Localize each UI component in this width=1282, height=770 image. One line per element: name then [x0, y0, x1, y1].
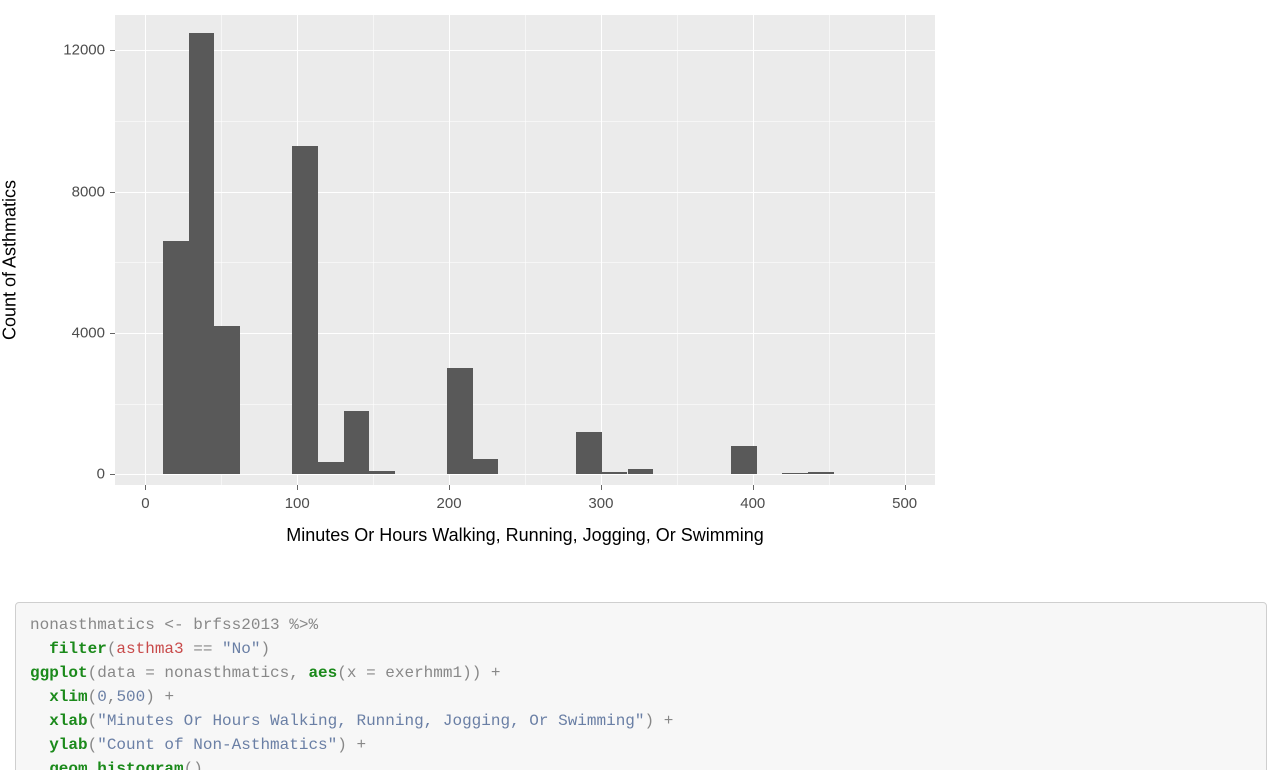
gridline-v — [905, 15, 906, 485]
gridline-v-minor — [829, 15, 830, 485]
x-tick-mark — [905, 485, 906, 490]
code-fn-filter: filter — [49, 640, 107, 658]
histogram-bar — [163, 241, 189, 474]
code-op-plus-3: + — [347, 736, 366, 754]
code-fn-xlab: xlab — [49, 712, 87, 730]
gridline-v-minor — [677, 15, 678, 485]
y-tick-mark — [110, 333, 115, 334]
histogram-bar — [602, 472, 628, 475]
histogram-bar — [628, 469, 654, 474]
y-tick-label: 0 — [45, 466, 105, 483]
code-ggplot-args: (data = nonasthmatics, — [88, 664, 309, 682]
histogram-chart: Count of Asthmatics Minutes Or Hours Wal… — [15, 0, 975, 550]
histogram-bar — [447, 368, 473, 474]
code-op-plus-1: + — [155, 688, 174, 706]
y-axis-label: Count of Asthmatics — [0, 180, 21, 340]
x-tick-label: 300 — [581, 495, 621, 512]
x-tick-mark — [753, 485, 754, 490]
code-fn-geom-histogram: geom_histogram — [49, 760, 183, 770]
code-num-500: 500 — [116, 688, 145, 706]
histogram-bar — [189, 33, 215, 475]
x-tick-label: 100 — [277, 495, 317, 512]
code-str-xlab: "Minutes Or Hours Walking, Running, Jogg… — [97, 712, 644, 730]
y-tick-label: 4000 — [45, 325, 105, 342]
code-fn-aes: aes — [308, 664, 337, 682]
y-tick-label: 8000 — [45, 183, 105, 200]
code-str-no: "No" — [222, 640, 260, 658]
plot-area — [115, 15, 935, 485]
code-fn-ggplot: ggplot — [30, 664, 88, 682]
code-op-plus-2: + — [654, 712, 673, 730]
y-tick-mark — [110, 192, 115, 193]
x-tick-label: 500 — [885, 495, 925, 512]
histogram-bar — [808, 472, 834, 475]
x-axis-label: Minutes Or Hours Walking, Running, Joggi… — [115, 525, 935, 546]
code-fn-xlim: xlim — [49, 688, 87, 706]
y-tick-label: 12000 — [45, 42, 105, 59]
histogram-bar — [344, 411, 370, 475]
histogram-bar — [576, 432, 602, 474]
x-tick-mark — [601, 485, 602, 490]
x-tick-label: 400 — [733, 495, 773, 512]
code-arg-asthma3: asthma3 — [116, 640, 183, 658]
histogram-bar — [369, 471, 395, 475]
gridline-v-minor — [525, 15, 526, 485]
code-block: nonasthmatics <- brfss2013 %>% filter(as… — [15, 602, 1267, 770]
code-str-ylab: "Count of Non-Asthmatics" — [97, 736, 337, 754]
histogram-bar — [782, 473, 808, 475]
y-tick-mark — [110, 474, 115, 475]
code-op-eq: == — [184, 640, 222, 658]
x-tick-mark — [297, 485, 298, 490]
code-line-1: nonasthmatics <- brfss2013 %>% — [30, 616, 318, 634]
code-aes-args: (x = exerhmm1)) + — [337, 664, 500, 682]
histogram-bar — [214, 326, 240, 474]
x-tick-label: 0 — [125, 495, 165, 512]
gridline-v — [601, 15, 602, 485]
histogram-bar — [473, 459, 499, 475]
x-tick-mark — [449, 485, 450, 490]
histogram-bar — [292, 146, 318, 475]
histogram-bar — [731, 446, 757, 474]
histogram-bar — [318, 462, 344, 474]
code-fn-ylab: ylab — [49, 736, 87, 754]
x-tick-mark — [145, 485, 146, 490]
gridline-v-minor — [373, 15, 374, 485]
x-tick-label: 200 — [429, 495, 469, 512]
y-tick-mark — [110, 50, 115, 51]
gridline-v — [145, 15, 146, 485]
gridline-v — [753, 15, 754, 485]
code-num-0: 0 — [97, 688, 107, 706]
